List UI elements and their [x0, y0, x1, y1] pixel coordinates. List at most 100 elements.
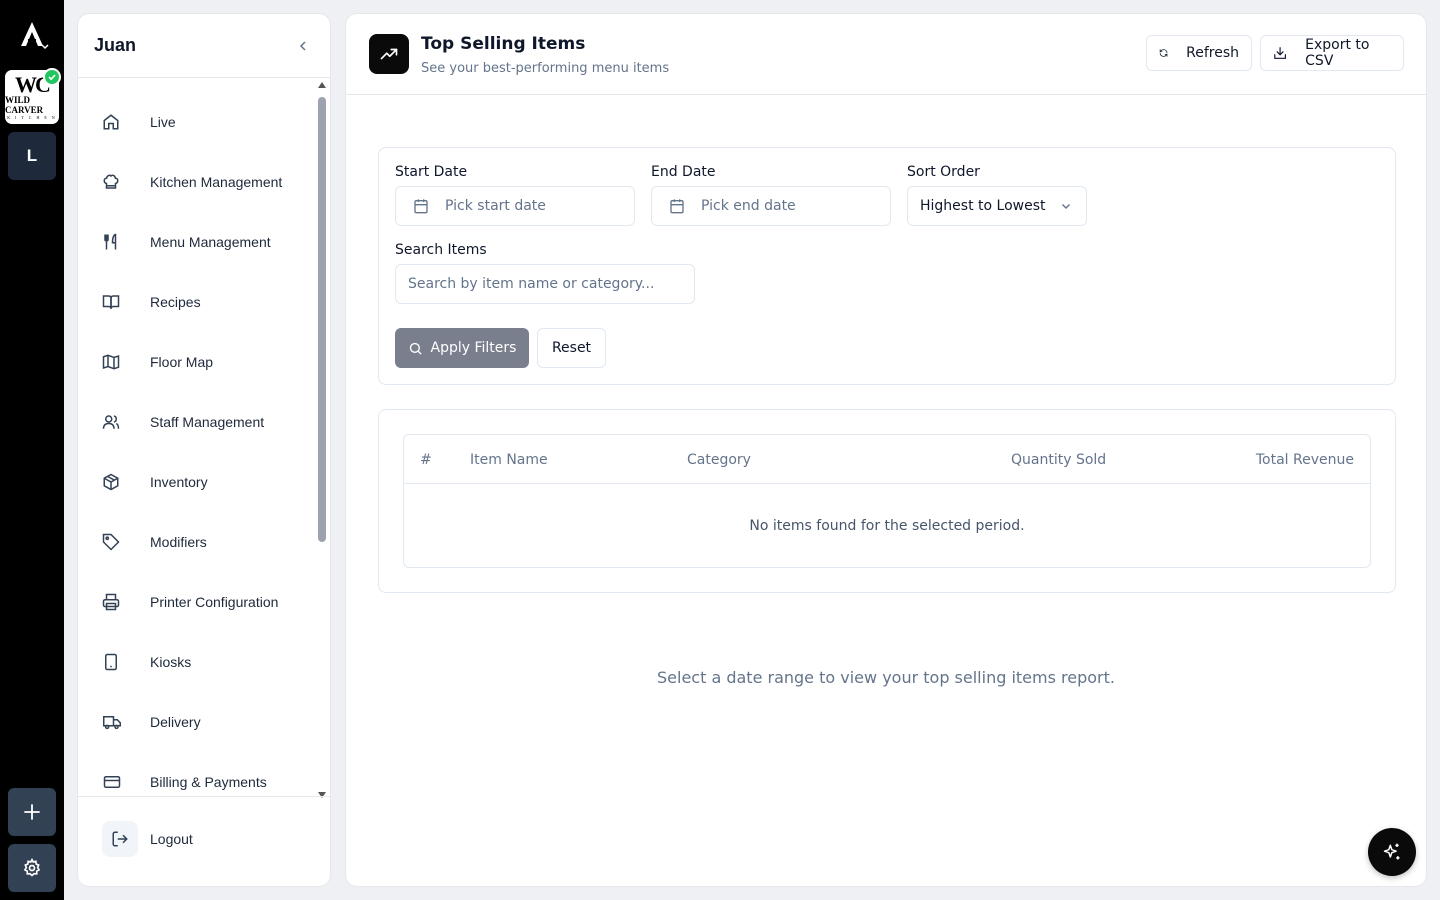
start-date-picker[interactable]: Pick start date	[395, 186, 635, 226]
settings-button[interactable]	[8, 844, 56, 892]
refresh-button[interactable]: Refresh	[1146, 35, 1252, 71]
sidebar-item-billing-payments[interactable]: Billing & Payments	[102, 762, 302, 797]
tablet-icon	[102, 653, 134, 671]
sidebar: Juan Live Kitchen Management Menu Manage…	[77, 13, 331, 887]
sidebar-footer: Logout	[78, 796, 330, 886]
plus-icon	[24, 804, 40, 820]
sidebar-item-label: Floor Map	[150, 354, 214, 370]
sidebar-item-label: Delivery	[150, 714, 201, 730]
workspace-letter: L	[26, 146, 38, 165]
map-icon	[102, 353, 134, 371]
results-table: # Item Name Category Quantity Sold Total…	[403, 434, 1371, 568]
sidebar-item-label: Kiosks	[150, 654, 192, 670]
sidebar-item-label: Recipes	[150, 294, 201, 310]
truck-icon	[102, 713, 134, 731]
page-header: Top Selling Items See your best-performi…	[346, 14, 1426, 95]
app-logo[interactable]	[10, 14, 54, 54]
sidebar-item-label: Menu Management	[150, 234, 271, 250]
sidebar-item-menu-management[interactable]: Menu Management	[102, 222, 302, 262]
apply-filters-button[interactable]: Apply Filters	[395, 328, 529, 368]
sidebar-item-label: Kitchen Management	[150, 174, 283, 190]
empty-state-message: No items found for the selected period.	[749, 518, 1025, 534]
export-label: Export to CSV	[1305, 37, 1370, 69]
refresh-label: Refresh	[1186, 45, 1239, 61]
end-date-picker[interactable]: Pick end date	[651, 186, 891, 226]
logout-icon	[102, 821, 138, 857]
table-header: # Item Name Category Quantity Sold Total…	[404, 435, 1370, 484]
sidebar-item-label: Live	[150, 114, 176, 130]
page-subtitle: See your best-performing menu items	[421, 61, 670, 76]
add-button[interactable]	[8, 788, 56, 836]
sidebar-item-label: Printer Configuration	[150, 594, 279, 610]
sort-order-select[interactable]: Highest to Lowest	[907, 186, 1087, 226]
logout-label: Logout	[150, 831, 193, 847]
app-rail: WC WILD CARVER K I T C H E N L	[0, 0, 64, 900]
chef-hat-icon	[102, 173, 134, 191]
export-csv-button[interactable]: Export to CSV	[1260, 35, 1404, 71]
sparkles-icon	[1383, 843, 1400, 860]
sidebar-item-inventory[interactable]: Inventory	[102, 462, 302, 502]
reset-label: Reset	[551, 340, 592, 356]
reset-button[interactable]: Reset	[537, 328, 606, 368]
column-header-item-name: Item Name	[470, 452, 548, 468]
users-icon	[102, 413, 134, 431]
main-panel: Top Selling Items See your best-performi…	[345, 13, 1427, 887]
sidebar-item-kiosks[interactable]: Kiosks	[102, 642, 302, 682]
sidebar-nav: Live Kitchen Management Menu Management …	[78, 91, 330, 797]
end-date-placeholder: Pick end date	[701, 198, 796, 214]
start-date-placeholder: Pick start date	[445, 198, 546, 214]
logout-button[interactable]: Logout	[102, 821, 193, 857]
chevron-down-icon	[41, 44, 49, 50]
chevron-down-icon	[1062, 204, 1070, 209]
sidebar-item-printer-configuration[interactable]: Printer Configuration	[102, 582, 302, 622]
credit-card-icon	[102, 773, 134, 791]
sidebar-item-label: Modifiers	[150, 534, 207, 550]
sort-order-value: Highest to Lowest	[920, 198, 1046, 214]
sidebar-item-staff-management[interactable]: Staff Management	[102, 402, 302, 442]
check-icon	[43, 68, 61, 86]
collapse-sidebar-button[interactable]	[296, 39, 310, 53]
search-icon	[409, 342, 422, 355]
ai-assistant-button[interactable]	[1368, 828, 1416, 876]
sidebar-item-kitchen-management[interactable]: Kitchen Management	[102, 162, 302, 202]
sort-order-label: Sort Order	[907, 164, 980, 180]
restaurant-subtitle: K I T C H E N	[7, 114, 57, 120]
calendar-icon	[669, 198, 685, 214]
tag-icon	[102, 533, 134, 551]
refresh-icon	[1159, 49, 1168, 57]
calendar-icon	[413, 198, 429, 214]
search-placeholder: Search by item name or category...	[408, 276, 655, 292]
column-header-quantity-sold: Quantity Sold	[1011, 452, 1107, 468]
sidebar-item-live[interactable]: Live	[102, 102, 302, 142]
book-open-icon	[102, 293, 134, 311]
restaurant-name: WILD CARVER	[5, 94, 44, 115]
utensils-icon	[102, 233, 134, 251]
filters-card: Start Date Pick start date End Date Pick…	[378, 147, 1396, 385]
sidebar-item-modifiers[interactable]: Modifiers	[102, 522, 302, 562]
search-input[interactable]: Search by item name or category...	[395, 264, 695, 304]
sidebar-scrollbar[interactable]	[316, 82, 328, 798]
scrollbar-thumb[interactable]	[318, 97, 326, 542]
sidebar-item-delivery[interactable]: Delivery	[102, 702, 302, 742]
restaurant-logo[interactable]: WC WILD CARVER K I T C H E N	[5, 68, 61, 124]
home-icon	[102, 113, 134, 131]
end-date-label: End Date	[651, 164, 716, 180]
printer-icon	[102, 593, 134, 611]
column-header-total-revenue: Total Revenue	[1255, 452, 1354, 468]
page-title: Top Selling Items	[421, 34, 586, 54]
sidebar-title: Juan	[94, 35, 137, 55]
date-range-hint: Select a date range to view your top sel…	[657, 668, 1115, 687]
search-items-label: Search Items	[395, 242, 487, 258]
column-header-rank: #	[420, 452, 432, 468]
sidebar-item-recipes[interactable]: Recipes	[102, 282, 302, 322]
gear-icon	[23, 858, 41, 877]
start-date-label: Start Date	[395, 164, 468, 180]
scroll-up-icon[interactable]	[318, 82, 326, 88]
sidebar-item-floor-map[interactable]: Floor Map	[102, 342, 302, 382]
download-icon	[1274, 47, 1286, 59]
workspace-button[interactable]: L	[8, 132, 56, 180]
sidebar-item-label: Staff Management	[150, 414, 265, 430]
sidebar-item-label: Inventory	[150, 474, 208, 490]
apply-filters-label: Apply Filters	[430, 340, 517, 356]
package-icon	[102, 473, 134, 491]
